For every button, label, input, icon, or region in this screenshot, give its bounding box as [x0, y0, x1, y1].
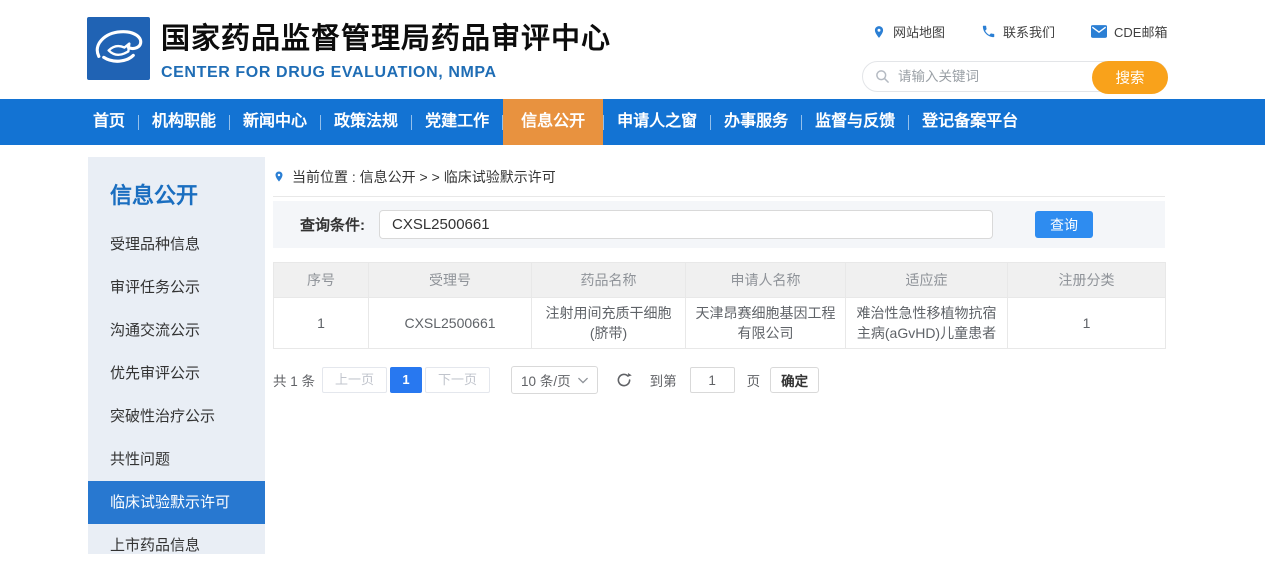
goto-page-input[interactable] [690, 367, 735, 393]
main-navbar: 首页 机构职能 新闻中心 政策法规 党建工作 信息公开 申请人之窗 办事服务 监… [0, 99, 1265, 145]
sidebar-item-accepted-varieties[interactable]: 受理品种信息 [88, 223, 265, 266]
nav-item-registration-platform[interactable]: 登记备案平台 [909, 99, 1031, 145]
confirm-button[interactable]: 确定 [770, 367, 819, 393]
breadcrumb-text: 当前位置 : 信息公开 > > 临床试验默示许可 [292, 167, 556, 187]
map-pin-icon [872, 24, 886, 40]
site-subtitle: CENTER FOR DRUG EVALUATION, NMPA [161, 64, 611, 82]
pagination: 共 1 条 上一页 1 下一页 10 条/页 到第 页 确定 [273, 366, 1165, 394]
cell-index: 1 [274, 298, 369, 349]
prev-page-button[interactable]: 上一页 [322, 367, 387, 393]
site-title-block: 国家药品监督管理局药品审评中心 CENTER FOR DRUG EVALUATI… [161, 15, 611, 82]
goto-page-suffix: 页 [747, 370, 761, 390]
sidebar: 信息公开 受理品种信息 审评任务公示 沟通交流公示 优先审评公示 突破性治疗公示… [88, 157, 265, 554]
cell-registration-class: 1 [1008, 298, 1166, 349]
query-input[interactable] [379, 210, 993, 239]
contact-label: 联系我们 [1003, 22, 1055, 41]
sidebar-item-marketed-drugs[interactable]: 上市药品信息 [88, 524, 265, 567]
col-header-registration-class: 注册分类 [1008, 263, 1166, 298]
pagination-total: 共 1 条 [273, 370, 315, 390]
page-size-select[interactable]: 10 条/页 [511, 366, 598, 394]
nav-item-services[interactable]: 办事服务 [711, 99, 801, 145]
col-header-drug-name: 药品名称 [532, 263, 686, 298]
mailbox-link[interactable]: CDE邮箱 [1091, 22, 1167, 41]
query-button[interactable]: 查询 [1035, 211, 1093, 238]
header: 国家药品监督管理局药品审评中心 CENTER FOR DRUG EVALUATI… [0, 0, 1265, 99]
col-header-acceptance-no: 受理号 [369, 263, 532, 298]
query-label: 查询条件: [300, 214, 365, 235]
main-content: 当前位置 : 信息公开 > > 临床试验默示许可 查询条件: 查询 序号 受理号… [273, 157, 1165, 394]
col-header-applicant: 申请人名称 [686, 263, 846, 298]
mailbox-label: CDE邮箱 [1114, 22, 1167, 41]
query-panel: 查询条件: 查询 [273, 201, 1165, 248]
sitemap-label: 网站地图 [893, 22, 945, 41]
sidebar-item-clinical-trial-implied-license[interactable]: 临床试验默示许可 [88, 481, 265, 524]
refresh-button[interactable] [615, 371, 633, 389]
refresh-icon [615, 371, 633, 389]
top-links: 网站地图 联系我们 CDE邮箱 [872, 22, 1167, 41]
site-search-bar: 搜索 [862, 61, 1168, 92]
sidebar-title: 信息公开 [88, 157, 265, 223]
col-header-index: 序号 [274, 263, 369, 298]
chevron-down-icon [578, 377, 588, 384]
page-number-button[interactable]: 1 [390, 367, 422, 393]
sidebar-item-priority-review[interactable]: 优先审评公示 [88, 352, 265, 395]
nav-item-policies[interactable]: 政策法规 [321, 99, 411, 145]
nav-item-info-disclosure[interactable]: 信息公开 [503, 99, 603, 145]
contact-link[interactable]: 联系我们 [981, 22, 1055, 41]
sitemap-link[interactable]: 网站地图 [872, 22, 945, 41]
sidebar-item-common-issues[interactable]: 共性问题 [88, 438, 265, 481]
cde-logo-icon [87, 17, 150, 80]
cell-indication: 难治性急性移植物抗宿 主病(aGvHD)儿童患者 [846, 298, 1008, 349]
nav-item-org-functions[interactable]: 机构职能 [139, 99, 229, 145]
breadcrumb: 当前位置 : 信息公开 > > 临床试验默示许可 [273, 157, 1165, 197]
site-title: 国家药品监督管理局药品审评中心 [161, 15, 611, 57]
site-search-button[interactable]: 搜索 [1092, 61, 1168, 94]
results-table: 序号 受理号 药品名称 申请人名称 适应症 注册分类 1 CXSL2500661… [273, 262, 1166, 349]
next-page-button[interactable]: 下一页 [425, 367, 490, 393]
table-header-row: 序号 受理号 药品名称 申请人名称 适应症 注册分类 [274, 263, 1166, 298]
sidebar-item-review-tasks[interactable]: 审评任务公示 [88, 266, 265, 309]
sidebar-item-breakthrough-therapy[interactable]: 突破性治疗公示 [88, 395, 265, 438]
cell-acceptance-no: CXSL2500661 [369, 298, 532, 349]
sidebar-item-communication[interactable]: 沟通交流公示 [88, 309, 265, 352]
table-row: 1 CXSL2500661 注射用间充质干细胞 (脐带) 天津昂赛细胞基因工程 … [274, 298, 1166, 349]
goto-page-prefix: 到第 [650, 370, 677, 390]
page-size-value: 10 条/页 [521, 370, 571, 390]
nav-item-supervision-feedback[interactable]: 监督与反馈 [802, 99, 908, 145]
nav-item-party-building[interactable]: 党建工作 [412, 99, 502, 145]
nav-item-home[interactable]: 首页 [80, 99, 138, 145]
cell-drug-name: 注射用间充质干细胞 (脐带) [532, 298, 686, 349]
phone-icon [981, 24, 996, 39]
nav-item-applicant-window[interactable]: 申请人之窗 [604, 99, 710, 145]
search-icon [875, 69, 890, 84]
col-header-indication: 适应症 [846, 263, 1008, 298]
cell-applicant: 天津昂赛细胞基因工程 有限公司 [686, 298, 846, 349]
mail-icon [1091, 25, 1107, 38]
map-pin-icon [273, 169, 285, 184]
nav-item-news[interactable]: 新闻中心 [230, 99, 320, 145]
